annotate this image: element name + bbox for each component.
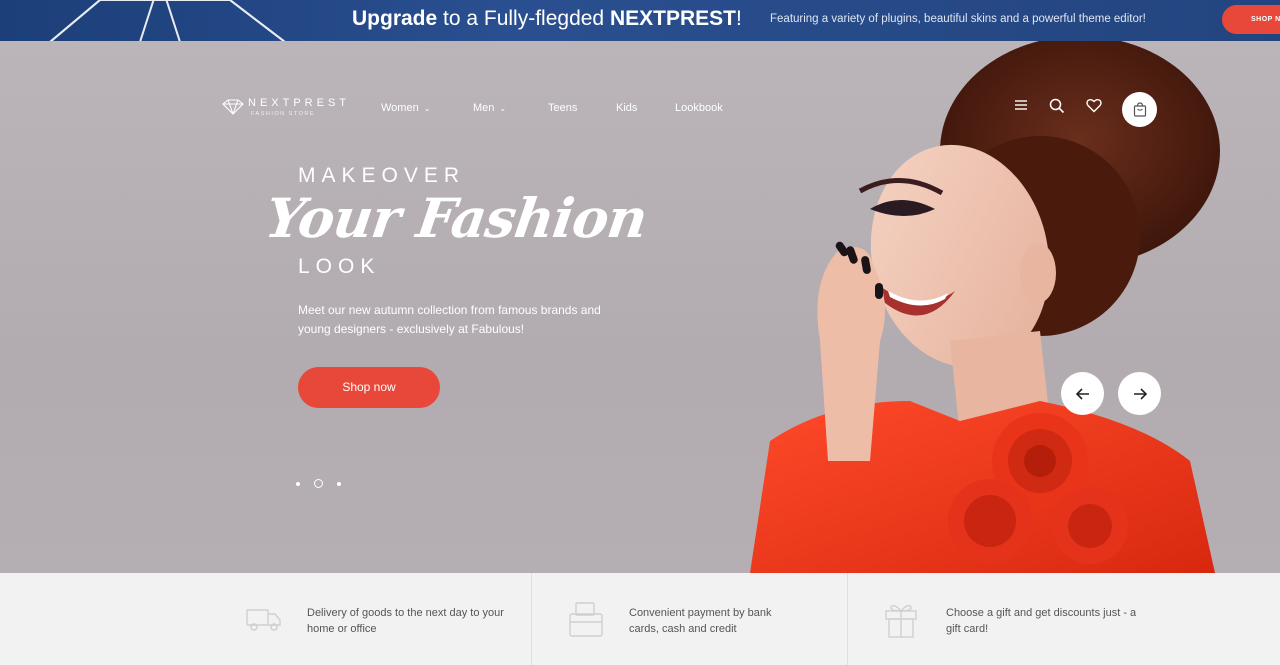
chevron-down-icon: ⌄	[499, 103, 507, 113]
promo-shop-now-button[interactable]: SHOP NOW	[1222, 5, 1280, 34]
wallet-icon	[569, 602, 603, 637]
promo-title-upgrade: Upgrade	[352, 7, 438, 30]
next-slide-button[interactable]	[1118, 372, 1161, 415]
menu-icon[interactable]	[1014, 98, 1028, 112]
nav-item-label: Teens	[548, 102, 578, 114]
feature-delivery-text: Delivery of goods to the next day to you…	[307, 607, 504, 635]
nav-item-lookbook[interactable]: Lookbook	[675, 102, 723, 114]
nav-item-women[interactable]: Women ⌄	[381, 102, 473, 114]
promo-subtitle: Featuring a variety of plugins, beautifu…	[770, 13, 1146, 25]
arrow-right-icon	[1133, 387, 1147, 400]
logo-name: NEXTPREST	[248, 97, 351, 109]
diamond-logo-icon	[222, 99, 244, 115]
gift-icon	[885, 604, 917, 638]
slider-dot-3[interactable]	[337, 481, 341, 486]
slider-dots	[296, 479, 341, 488]
promo-title-end: !	[735, 7, 742, 30]
hero-description: Meet our new autumn collection from famo…	[298, 303, 601, 336]
feature-divider	[847, 573, 848, 665]
promo-title-brand: NEXTPREST	[609, 7, 736, 30]
diamond-decoration	[49, 0, 286, 41]
model-photo	[750, 41, 1220, 573]
feature-payment-text: Convenient payment by bank cards, cash a…	[629, 607, 772, 635]
hero-headline: Your Fashion	[261, 186, 651, 250]
shopping-bag-icon	[1133, 102, 1146, 117]
nav-item-kids[interactable]: Kids	[616, 102, 675, 114]
nav-item-label: Kids	[616, 102, 638, 114]
shop-now-button[interactable]: Shop now	[298, 367, 440, 408]
hero-slider: NEXTPREST FASHION STORE Women ⌄ Men ⌄ Te…	[0, 41, 1280, 573]
prev-slide-button[interactable]	[1061, 372, 1104, 415]
nav-item-men[interactable]: Men ⌄	[473, 102, 548, 114]
feature-divider	[531, 573, 532, 665]
store-logo[interactable]: NEXTPREST FASHION STORE	[222, 98, 350, 117]
slider-dot-1[interactable]	[296, 481, 300, 486]
feature-gift-text: Choose a gift and get discounts just - a…	[946, 607, 1137, 635]
hero-kicker-look: LOOK	[298, 255, 381, 278]
nav-item-label: Women	[381, 102, 419, 114]
features-bar: Delivery of goods to the next day to you…	[0, 573, 1280, 665]
hero-kicker: MAKEOVER	[298, 164, 466, 187]
cart-button[interactable]	[1122, 92, 1157, 127]
search-icon[interactable]	[1049, 98, 1065, 114]
nav-item-teens[interactable]: Teens	[548, 102, 616, 114]
truck-icon	[246, 609, 281, 631]
nav-item-label: Lookbook	[675, 102, 723, 114]
slider-dot-2-active[interactable]	[314, 479, 323, 488]
nav-item-label: Men	[473, 102, 495, 114]
chevron-down-icon: ⌄	[423, 103, 431, 113]
logo-tagline: FASHION STORE	[251, 111, 316, 117]
promo-banner: Upgrade to a Fully-flegded NEXTPREST! Fe…	[0, 0, 1280, 41]
main-nav: Women ⌄ Men ⌄ Teens Kids Lookbook	[381, 102, 723, 114]
heart-icon[interactable]	[1086, 98, 1102, 113]
arrow-left-icon	[1075, 387, 1089, 400]
promo-title-middle: to a Fully-flegded	[437, 7, 610, 30]
promo-title: Upgrade to a Fully-flegded NEXTPREST!	[352, 7, 742, 31]
